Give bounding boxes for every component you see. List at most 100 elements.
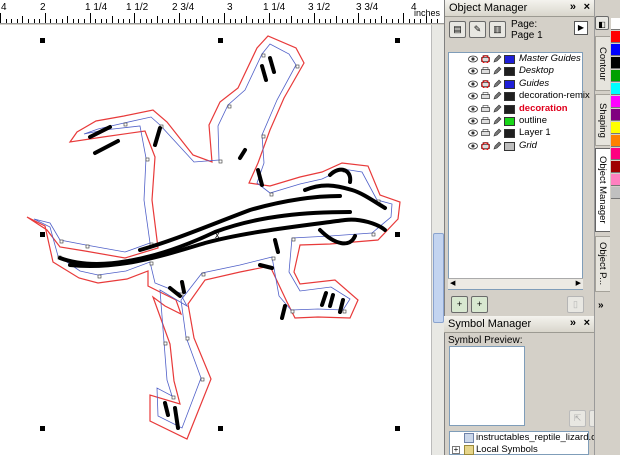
ruler-tick [246,16,247,23]
show-properties-button[interactable]: ▤ [449,21,466,38]
pencil-icon[interactable] [493,66,502,75]
ruler-tick [325,19,326,23]
layer-name[interactable]: decoration [519,103,568,115]
printer-icon[interactable] [481,117,490,125]
printer-icon[interactable] [481,55,490,63]
layer-name[interactable]: Master Guides [519,53,581,65]
layer-row[interactable]: Layer 1 [449,127,582,139]
ruler-tick [431,19,432,23]
palette-color[interactable] [611,70,620,82]
list-item[interactable]: instructables_reptile_lizard.cdr [450,432,604,444]
lizard-drawing[interactable]: x [0,25,431,455]
layer-row[interactable]: Desktop [449,65,582,77]
eye-icon[interactable] [468,129,478,137]
page-value: Page 1 [511,30,543,41]
list-item[interactable]: + Local Symbols [450,444,588,455]
ruler-tick [235,19,236,23]
printer-icon[interactable] [481,67,490,75]
ruler-tick [286,19,287,23]
layer-name[interactable]: Grid [519,140,537,152]
layer-row[interactable]: decoration-remix [449,90,590,102]
new-master-layer-icon[interactable]: + [471,296,488,313]
pencil-icon[interactable] [493,116,502,125]
page-label: Page: [511,19,538,30]
symbol-list[interactable]: instructables_reptile_lizard.cdr + Local… [449,431,604,455]
palette-color[interactable] [611,187,620,199]
eye-icon[interactable] [468,117,478,125]
drawing-canvas[interactable]: x [0,25,431,455]
layer-row[interactable]: Grid [449,140,582,152]
chevron-double-icon[interactable]: » [598,300,604,311]
pencil-icon[interactable] [493,141,502,150]
pencil-icon[interactable] [493,91,502,100]
docker-expand-button[interactable]: ◧ [595,16,609,30]
palette-color[interactable] [611,44,620,56]
tab-shaping[interactable]: Shaping [595,94,611,146]
pencil-icon[interactable] [493,79,502,88]
layer-list[interactable]: Master Guides Desktop Guides decoration-rem… [448,52,590,290]
printer-icon[interactable] [481,141,490,150]
layer-row[interactable]: Master Guides [449,53,582,65]
close-icon[interactable]: × [584,1,590,13]
layer-row[interactable]: decoration [449,103,582,115]
chevron-double-icon[interactable]: » [570,317,576,329]
printer-icon[interactable] [481,104,490,113]
eye-icon[interactable] [468,67,478,75]
new-layer-icon[interactable]: + [451,296,468,313]
printer-icon[interactable] [481,79,490,88]
layer-manager-view-button[interactable]: ▥ [489,21,506,38]
vertical-scrollbar[interactable] [431,25,444,455]
palette-color[interactable] [611,96,620,108]
layer-name[interactable]: Desktop [519,65,554,77]
pencil-icon[interactable] [493,54,502,63]
ruler-tick [224,13,225,23]
palette-color[interactable] [611,135,620,147]
pencil-icon[interactable] [493,104,502,113]
ruler-tick [134,13,135,23]
tab-contour[interactable]: Contour [595,36,611,91]
tab-object-properties[interactable]: Object P... [595,236,611,292]
delete-icon[interactable]: ▯ [567,296,584,313]
eye-icon[interactable] [468,55,478,63]
eye-icon[interactable] [468,92,478,100]
export-symbol-button[interactable]: ⇱ [569,410,586,427]
palette-color[interactable] [611,122,620,134]
printer-icon[interactable] [481,92,490,100]
ruler-tick [90,13,91,23]
palette-color[interactable] [611,57,620,69]
palette-color[interactable] [611,148,620,160]
scrollbar-thumb[interactable] [433,233,444,323]
palette-color[interactable] [611,161,620,173]
eye-icon[interactable] [468,80,478,88]
ruler-tick [162,19,163,23]
eye-icon[interactable] [468,105,478,113]
layer-row[interactable]: Guides [449,78,582,90]
edit-across-layers-button[interactable]: ✎ [469,21,486,38]
pencil-icon[interactable] [493,128,502,137]
eye-icon[interactable] [468,142,478,150]
ruler-label: 2 3/4 [172,2,195,13]
chevron-double-icon[interactable]: » [570,1,576,13]
ruler-tick [39,19,40,23]
close-icon[interactable]: × [584,317,590,329]
layer-name[interactable]: Layer 1 [519,127,551,139]
horizontal-scrollbar[interactable]: ◀ ▶ [448,278,583,289]
palette-color[interactable] [611,109,620,121]
ruler-tick [106,19,107,23]
scroll-left-icon[interactable]: ◀ [450,279,455,287]
layer-row[interactable]: outline [449,115,582,127]
layer-name[interactable]: outline [519,115,547,127]
palette-color[interactable] [611,174,620,186]
tab-object-manager[interactable]: Object Manager [595,148,611,232]
layer-name[interactable]: decoration-remix [519,90,590,102]
color-palette[interactable] [610,0,620,455]
printer-icon[interactable] [481,129,490,137]
plus-expand-icon[interactable]: + [452,446,460,454]
play-icon[interactable]: ▶ [574,21,588,35]
palette-color[interactable] [611,83,620,95]
scroll-right-icon[interactable]: ▶ [576,279,581,287]
palette-color[interactable] [611,31,620,43]
layer-name[interactable]: Guides [519,78,549,90]
ruler-tick [398,19,399,23]
palette-color[interactable] [611,18,620,30]
